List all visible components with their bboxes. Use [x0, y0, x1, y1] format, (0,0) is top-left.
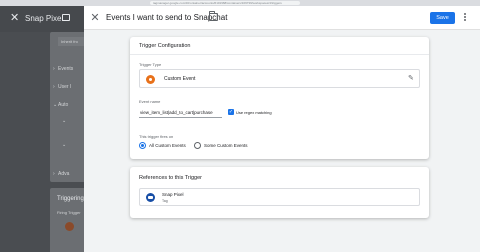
event-name-input[interactable] — [139, 107, 222, 118]
trigger-editor-header: ✕ Events I want to send to Snapchat Save — [84, 6, 480, 30]
event-name-label: Event name — [139, 99, 161, 104]
fires-on-label: This trigger fires on — [139, 134, 174, 139]
regex-checkbox[interactable]: ✓ — [228, 109, 234, 115]
background-firing-triggers-label: Firing Trigger — [57, 210, 81, 215]
background-panel-header: ✕ Snap Pixel — [0, 6, 84, 32]
chevron-down-icon: ⌄ — [62, 118, 67, 124]
background-row-events: Events — [58, 66, 74, 72]
trigger-editor-panel: ✕ Events I want to send to Snapchat Save… — [84, 6, 480, 252]
chevron-right-icon: › — [53, 66, 55, 72]
tag-icon — [146, 193, 155, 202]
trigger-type-label: Trigger Type — [139, 62, 162, 67]
custom-event-trigger-icon — [65, 222, 74, 231]
trigger-type-selector[interactable]: Custom Event ✎ — [139, 69, 420, 88]
close-icon[interactable]: ✕ — [89, 12, 101, 24]
background-row-auto: Auto — [58, 102, 69, 108]
trigger-configuration-card: Trigger Configuration Trigger Type Custo… — [130, 37, 429, 159]
chevron-right-icon: › — [53, 171, 55, 177]
trigger-type-name: Custom Event — [164, 76, 196, 82]
background-folder-icon — [62, 14, 70, 21]
background-row-advanced: Adva — [58, 171, 70, 177]
folder-icon[interactable] — [209, 11, 218, 21]
radio-some-custom-events-label[interactable]: Some Custom Events — [204, 143, 248, 148]
reference-item-snap-pixel[interactable]: Snap Pixel Tag — [139, 188, 420, 206]
background-tag-panel: ✕ Snap Pixel Inherit fro › Events › User… — [0, 6, 84, 252]
save-button[interactable]: Save — [430, 12, 455, 24]
custom-event-icon — [146, 75, 155, 84]
reference-item-name: Snap Pixel — [162, 192, 184, 197]
more-vert-icon[interactable] — [462, 12, 468, 24]
background-tag-config-card: Inherit fro › Events › User I ⌄ Auto ⌄ ⌄… — [50, 32, 84, 182]
radio-all-custom-events-label[interactable]: All Custom Events — [149, 143, 186, 148]
reference-item-type: Tag — [162, 199, 168, 203]
radio-all-custom-events[interactable] — [139, 142, 146, 149]
background-close-icon: ✕ — [10, 12, 20, 24]
regex-checkbox-label: Use regex matching — [236, 110, 272, 115]
background-triggering-card: Triggering Firing Trigger — [50, 188, 84, 252]
chevron-down-icon: ⌄ — [62, 142, 67, 148]
chevron-down-icon: ⌄ — [53, 102, 58, 108]
radio-some-custom-events[interactable] — [194, 142, 201, 149]
background-inherit-select: Inherit fro — [58, 37, 84, 46]
chevron-right-icon: › — [53, 84, 55, 90]
references-title: References to this Trigger — [139, 175, 202, 181]
background-row-user: User I — [58, 84, 72, 90]
references-card: References to this Trigger Snap Pixel Ta… — [130, 167, 429, 218]
background-triggering-title: Triggering — [57, 196, 84, 202]
background-panel-title: Snap Pixel — [25, 14, 64, 23]
edit-pencil-icon[interactable]: ✎ — [408, 74, 414, 83]
trigger-configuration-title: Trigger Configuration — [139, 43, 191, 49]
url-text[interactable]: tagmanager.google.com/#/container/accoun… — [150, 1, 300, 5]
trigger-configuration-header: Trigger Configuration — [130, 37, 429, 55]
